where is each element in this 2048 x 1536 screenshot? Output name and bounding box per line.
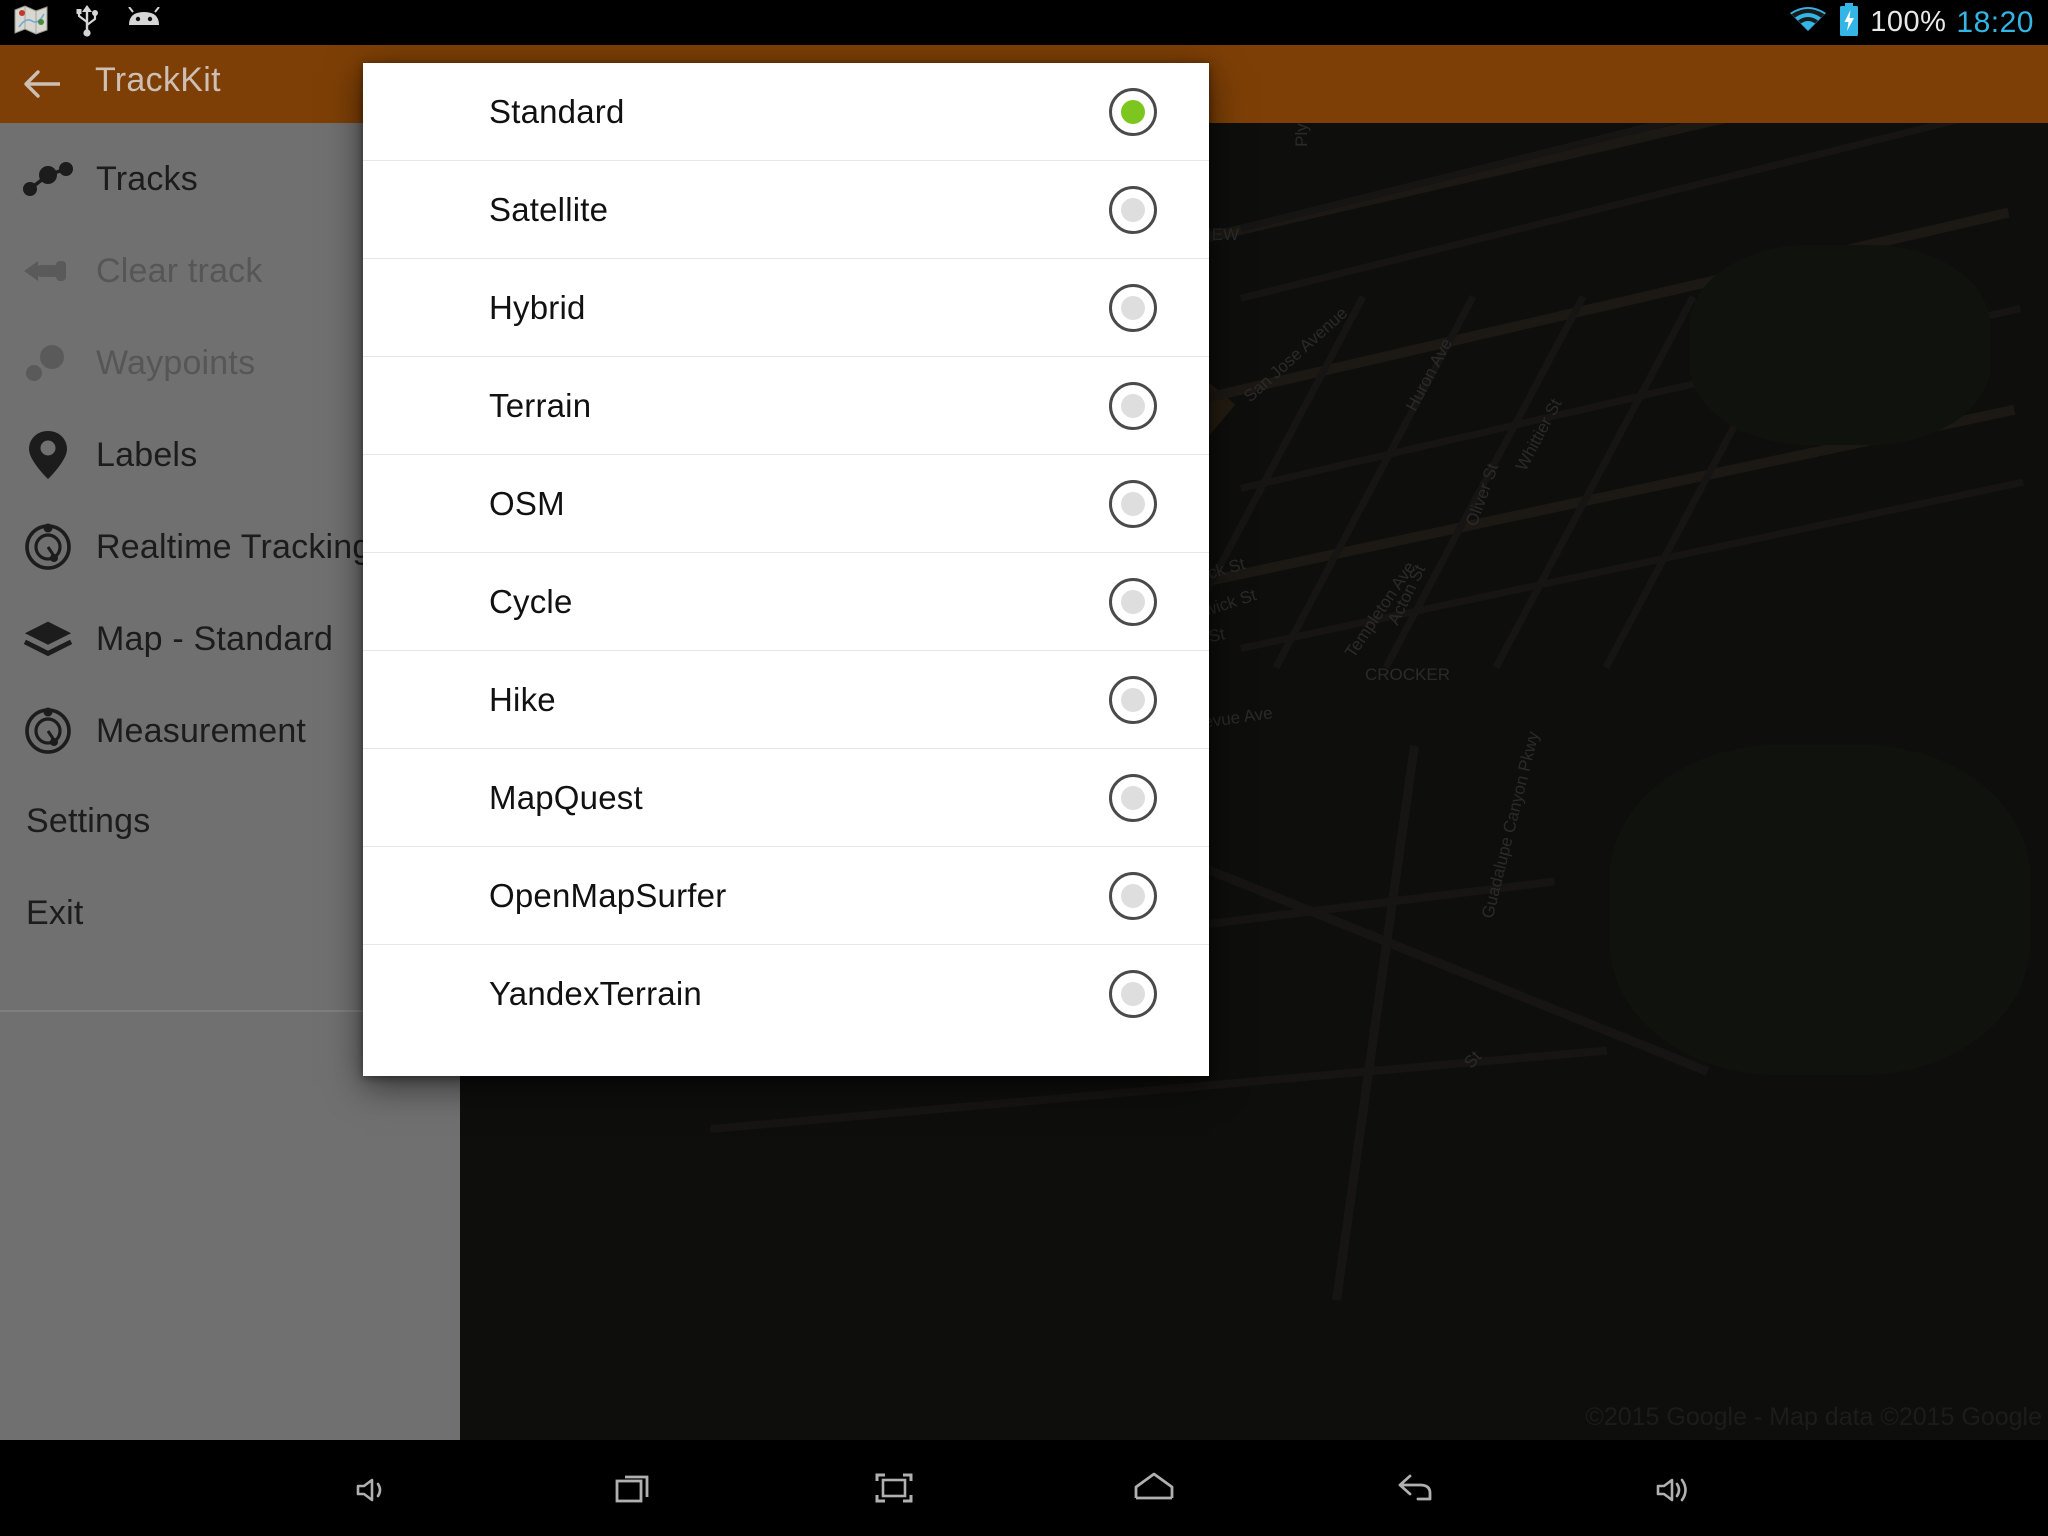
usb-icon	[74, 3, 100, 42]
radio-button-selected[interactable]	[1109, 87, 1157, 136]
drawer-item-label: Clear track	[96, 251, 263, 290]
wifi-icon	[1788, 5, 1828, 40]
drawer-item-label: Exit	[26, 893, 84, 932]
drawer-item-label: Labels	[96, 435, 198, 474]
screenshot-icon[interactable]	[794, 1440, 994, 1536]
radio-button[interactable]	[1109, 283, 1157, 332]
map-attribution: ©2015 Google - Map data ©2015 Google	[1585, 1403, 2042, 1431]
radio-dot	[1121, 197, 1145, 222]
page-title: TrackKit	[95, 61, 221, 99]
map-type-option-list[interactable]: Standard Satellite Hybrid Terrain OSM Cycle Hi…	[363, 63, 1209, 1043]
map-type-option-label: YandexTerrain	[489, 975, 702, 1012]
map-type-option-openmapsurfer[interactable]: OpenMapSurfer	[363, 847, 1209, 945]
volume-up-icon[interactable]	[1574, 1440, 1774, 1536]
radio-button[interactable]	[1109, 773, 1157, 822]
clock: 18:20	[1956, 5, 2034, 39]
map-type-option-label: Terrain	[489, 386, 592, 424]
drawer-item-label: Settings	[26, 801, 151, 840]
map-street-label: Guadalupe Canyon Pkwy	[1478, 729, 1543, 921]
tracks-icon	[22, 159, 74, 199]
map-type-option-label: Hybrid	[489, 288, 586, 326]
target-icon	[22, 522, 74, 572]
map-type-option-label: Cycle	[489, 582, 573, 620]
battery-percent: 100%	[1870, 6, 1947, 38]
recent-apps-icon[interactable]	[534, 1440, 734, 1536]
map-notification-icon	[14, 5, 48, 40]
radio-dot	[1121, 393, 1145, 418]
map-type-option-hybrid[interactable]: Hybrid	[363, 259, 1209, 357]
drawer-item-label: Map - Standard	[96, 619, 334, 658]
home-icon[interactable]	[1054, 1440, 1254, 1536]
map-street-label: St	[1460, 1047, 1486, 1072]
map-type-option-label: OSM	[489, 484, 565, 522]
target-icon	[22, 706, 74, 756]
drawer-item-label: Tracks	[96, 159, 198, 198]
radio-dot	[1121, 883, 1145, 908]
map-type-option-label: OpenMapSurfer	[489, 876, 727, 914]
system-navigation-bar[interactable]	[0, 1440, 2048, 1536]
radio-dot	[1121, 982, 1145, 1006]
drawer-item-label: Waypoints	[96, 343, 256, 382]
waypoints-icon	[22, 343, 74, 383]
map-type-option-label: MapQuest	[489, 778, 643, 816]
map-type-option-mapquest[interactable]: MapQuest	[363, 749, 1209, 847]
radio-dot	[1121, 785, 1145, 810]
map-type-option-terrain[interactable]: Terrain	[363, 357, 1209, 455]
drawer-item-label: Realtime Tracking	[96, 527, 372, 566]
map-type-option-satellite[interactable]: Satellite	[363, 161, 1209, 259]
map-type-option-osm[interactable]: OSM	[363, 455, 1209, 553]
radio-button[interactable]	[1109, 185, 1157, 234]
radio-dot	[1121, 295, 1145, 320]
map-street-label: CROCKER	[1365, 665, 1451, 684]
map-type-dialog[interactable]: Standard Satellite Hybrid Terrain OSM Cycle Hi…	[363, 63, 1209, 1076]
radio-dot	[1121, 589, 1145, 614]
radio-button[interactable]	[1109, 577, 1157, 626]
radio-button[interactable]	[1109, 675, 1157, 724]
map-type-option-yandexterrain[interactable]: YandexTerrain	[363, 945, 1209, 1043]
map-type-option-hike[interactable]: Hike	[363, 651, 1209, 749]
undo-icon	[22, 253, 74, 289]
radio-button[interactable]	[1109, 381, 1157, 430]
android-debug-icon	[126, 6, 162, 38]
map-type-option-label: Satellite	[489, 190, 609, 228]
layers-icon	[22, 618, 74, 660]
status-system-icons: 100% 18:20	[1788, 3, 2048, 42]
battery-charging-icon	[1838, 3, 1860, 42]
radio-dot	[1121, 99, 1145, 124]
status-notification-icons	[0, 3, 162, 42]
radio-button[interactable]	[1109, 970, 1157, 1018]
radio-button[interactable]	[1109, 871, 1157, 920]
map-type-option-label: Hike	[489, 680, 556, 718]
map-type-option-cycle[interactable]: Cycle	[363, 553, 1209, 651]
android-screen: Plymouth Ave19thANVIEWSan Jose AvenueHur…	[0, 0, 2048, 1536]
map-type-option-label: Standard	[489, 92, 625, 130]
radio-button[interactable]	[1109, 479, 1157, 528]
volume-down-icon[interactable]	[274, 1440, 474, 1536]
map-type-option-standard[interactable]: Standard	[363, 63, 1209, 161]
pin-icon	[22, 429, 74, 481]
radio-dot	[1121, 687, 1145, 712]
status-bar: 100% 18:20	[0, 0, 2048, 45]
radio-dot	[1121, 491, 1145, 516]
drawer-item-label: Measurement	[96, 711, 307, 750]
back-arrow-icon[interactable]	[22, 65, 64, 103]
back-icon[interactable]	[1314, 1440, 1514, 1536]
